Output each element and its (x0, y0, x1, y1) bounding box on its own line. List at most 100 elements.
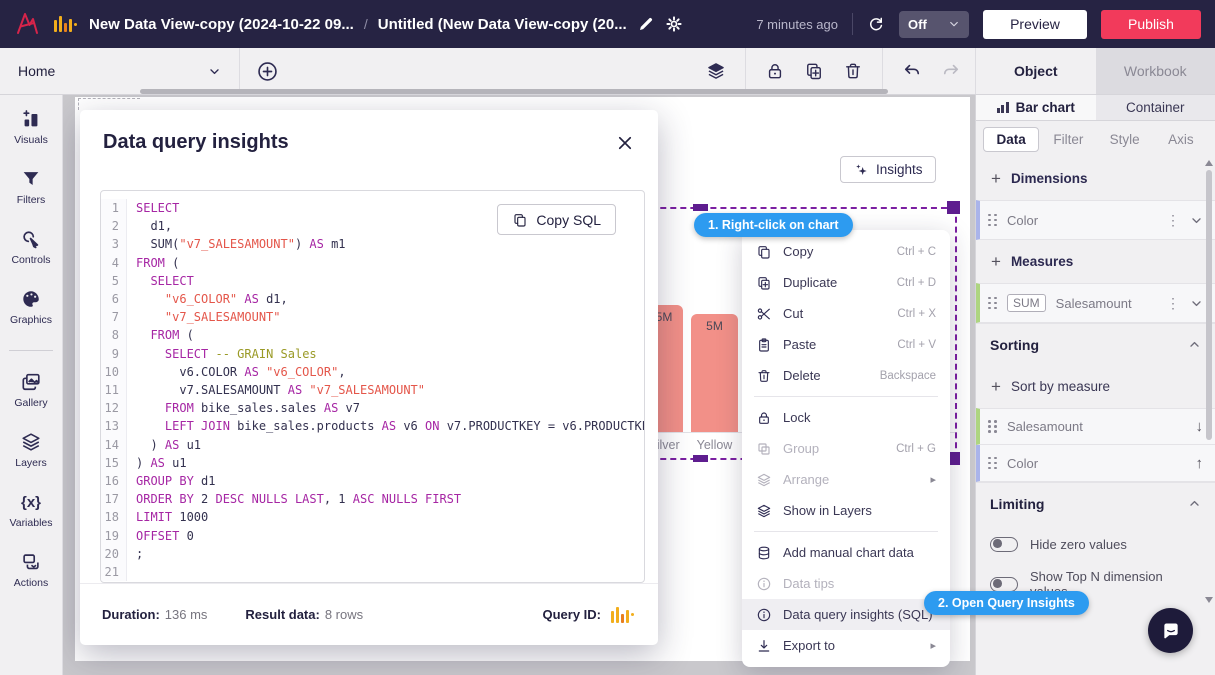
auto-refresh-select[interactable]: Off (899, 11, 969, 38)
subtab-style[interactable]: Style (1098, 128, 1152, 151)
sidebar-item-label: Controls (11, 254, 50, 266)
selection-handle-top[interactable] (693, 204, 708, 211)
sorting-section-header[interactable]: Sorting (976, 323, 1215, 365)
sort-by-measure-button[interactable]: + Sort by measure (976, 365, 1215, 408)
copy-sql-button[interactable]: Copy SQL (497, 204, 616, 235)
toggle-switch[interactable] (990, 577, 1018, 592)
shortcut-hint: Ctrl + X (897, 308, 936, 320)
submenu-arrow-icon: ▸ (930, 473, 936, 486)
sort-row-color[interactable]: Color ↑ (976, 445, 1215, 482)
edit-title-pencil-icon[interactable] (637, 15, 655, 33)
kebab-menu-icon[interactable]: ⋮ (1166, 212, 1180, 229)
chevron-down-icon[interactable] (1190, 214, 1203, 227)
sidebar-item-filters[interactable]: Filters (0, 168, 62, 206)
menu-item-duplicate[interactable]: DuplicateCtrl + D (742, 267, 950, 298)
sort-direction-up-icon[interactable]: ↑ (1196, 455, 1204, 472)
menu-item-lock[interactable]: Lock (742, 402, 950, 433)
menu-item-export-to[interactable]: Export to▸ (742, 630, 950, 661)
layers-toolbar-icon[interactable] (706, 61, 726, 81)
dataset-icon (54, 16, 77, 32)
chart-bar-yellow[interactable]: 5M (691, 314, 738, 432)
panel-scrollbar[interactable] (1205, 160, 1213, 667)
sort-direction-down-icon[interactable]: ↓ (1196, 418, 1204, 435)
tutorial-callout-step2: 2. Open Query Insights (924, 591, 1089, 615)
brand-logo-icon[interactable] (14, 10, 42, 38)
measure-row-salesamount[interactable]: SUM Salesamount ⋮ (976, 283, 1215, 323)
kebab-menu-icon[interactable]: ⋮ (1166, 295, 1180, 312)
tab-workbook[interactable]: Workbook (1096, 48, 1215, 94)
page-selector[interactable]: Home (0, 48, 240, 94)
tab-object[interactable]: Object (976, 48, 1096, 94)
scrollbar-thumb[interactable] (1206, 170, 1212, 440)
sidebar-item-layers[interactable]: Layers (0, 431, 62, 469)
query-id-icon[interactable] (611, 607, 634, 623)
plus-icon: + (991, 252, 1001, 272)
drag-handle-icon[interactable] (988, 214, 997, 227)
selection-handle-bottom[interactable] (693, 455, 708, 462)
tab-bar-chart[interactable]: Bar chart (976, 95, 1096, 120)
actions-icon (20, 551, 42, 573)
canvas[interactable]: Insights 5MSilver5MYellow Data query ins… (63, 95, 975, 675)
subtab-filter[interactable]: Filter (1041, 128, 1095, 151)
sidebar-item-graphics[interactable]: Graphics (0, 288, 62, 326)
cut-icon (756, 306, 772, 322)
toggle-switch[interactable] (990, 537, 1018, 552)
close-icon[interactable] (616, 134, 634, 152)
menu-item-copy[interactable]: CopyCtrl + C (742, 236, 950, 267)
sidebar-item-actions[interactable]: Actions (0, 551, 62, 589)
dimension-row-color[interactable]: Color ⋮ (976, 200, 1215, 240)
menu-item-arrange: Arrange▸ (742, 464, 950, 495)
drag-handle-icon[interactable] (988, 420, 997, 433)
subtab-data[interactable]: Data (983, 127, 1039, 152)
layers-icon (756, 472, 772, 488)
tab-container[interactable]: Container (1096, 95, 1215, 120)
preview-button[interactable]: Preview (983, 10, 1087, 39)
redo-icon[interactable] (941, 61, 961, 81)
menu-item-cut[interactable]: CutCtrl + X (742, 298, 950, 329)
top-bar: New Data View-copy (2024-10-22 09... / U… (0, 0, 1215, 48)
sidebar-item-controls[interactable]: Controls (0, 228, 62, 266)
publish-button[interactable]: Publish (1101, 10, 1201, 39)
chat-support-button[interactable] (1148, 608, 1193, 653)
duplicate-toolbar-icon[interactable] (804, 61, 824, 81)
menu-item-paste[interactable]: PasteCtrl + V (742, 329, 950, 360)
breadcrumb-workbook[interactable]: Untitled (New Data View-copy (20... (378, 16, 627, 33)
drag-handle-icon[interactable] (988, 297, 997, 310)
add-measure-button[interactable]: + Measures (976, 240, 1215, 283)
sql-line: 10 v6.COLOR AS "v6_COLOR", (101, 363, 644, 381)
menu-item-data-query-insights-sql[interactable]: Data query insights (SQL) (742, 599, 950, 630)
sidebar-item-gallery[interactable]: Gallery (0, 371, 62, 409)
menu-item-show-in-layers[interactable]: Show in Layers (742, 495, 950, 526)
drag-handle-icon[interactable] (988, 457, 997, 470)
undo-icon[interactable] (902, 61, 922, 81)
panel-mode-tabs: Object Workbook (975, 48, 1215, 94)
scroll-up-icon[interactable] (1205, 160, 1213, 166)
dimension-label: Color (1007, 213, 1038, 228)
sidebar-item-variables[interactable]: {x}Variables (0, 491, 62, 529)
breadcrumb-dataset[interactable]: New Data View-copy (2024-10-22 09... (89, 16, 354, 33)
sql-line: 9 SELECT -- GRAIN Sales (101, 345, 644, 363)
settings-gear-icon[interactable] (665, 15, 683, 33)
refresh-icon[interactable] (867, 15, 885, 33)
sql-code-box[interactable]: Copy SQL 1SELECT2 d1,3 SUM("v7_SALESAMOU… (100, 190, 645, 583)
toggle-label: Hide zero values (1030, 537, 1127, 552)
page-selector-label: Home (18, 63, 55, 79)
add-dimension-button[interactable]: + Dimensions (976, 157, 1215, 200)
chevron-down-icon[interactable] (1190, 297, 1203, 310)
lock-toolbar-icon[interactable] (765, 61, 785, 81)
sort-row-salesamount[interactable]: Salesamount ↓ (976, 408, 1215, 445)
menu-item-delete[interactable]: DeleteBackspace (742, 360, 950, 391)
chat-icon (1161, 621, 1181, 641)
menu-item-add-manual-chart-data[interactable]: Add manual chart data (742, 537, 950, 568)
limiting-section-header[interactable]: Limiting (976, 482, 1215, 524)
subtab-axis[interactable]: Axis (1154, 128, 1208, 151)
sidebar-item-label: Layers (15, 457, 47, 469)
add-page-button[interactable] (256, 60, 279, 83)
selection-handle-top-right[interactable] (947, 201, 960, 214)
aggregation-badge[interactable]: SUM (1007, 294, 1046, 312)
scroll-down-icon[interactable] (1205, 597, 1213, 603)
sidebar-item-visuals[interactable]: Visuals (0, 108, 62, 146)
insights-button[interactable]: Insights (840, 156, 936, 183)
horizontal-scrollbar[interactable] (140, 89, 888, 94)
delete-toolbar-icon[interactable] (843, 61, 863, 81)
